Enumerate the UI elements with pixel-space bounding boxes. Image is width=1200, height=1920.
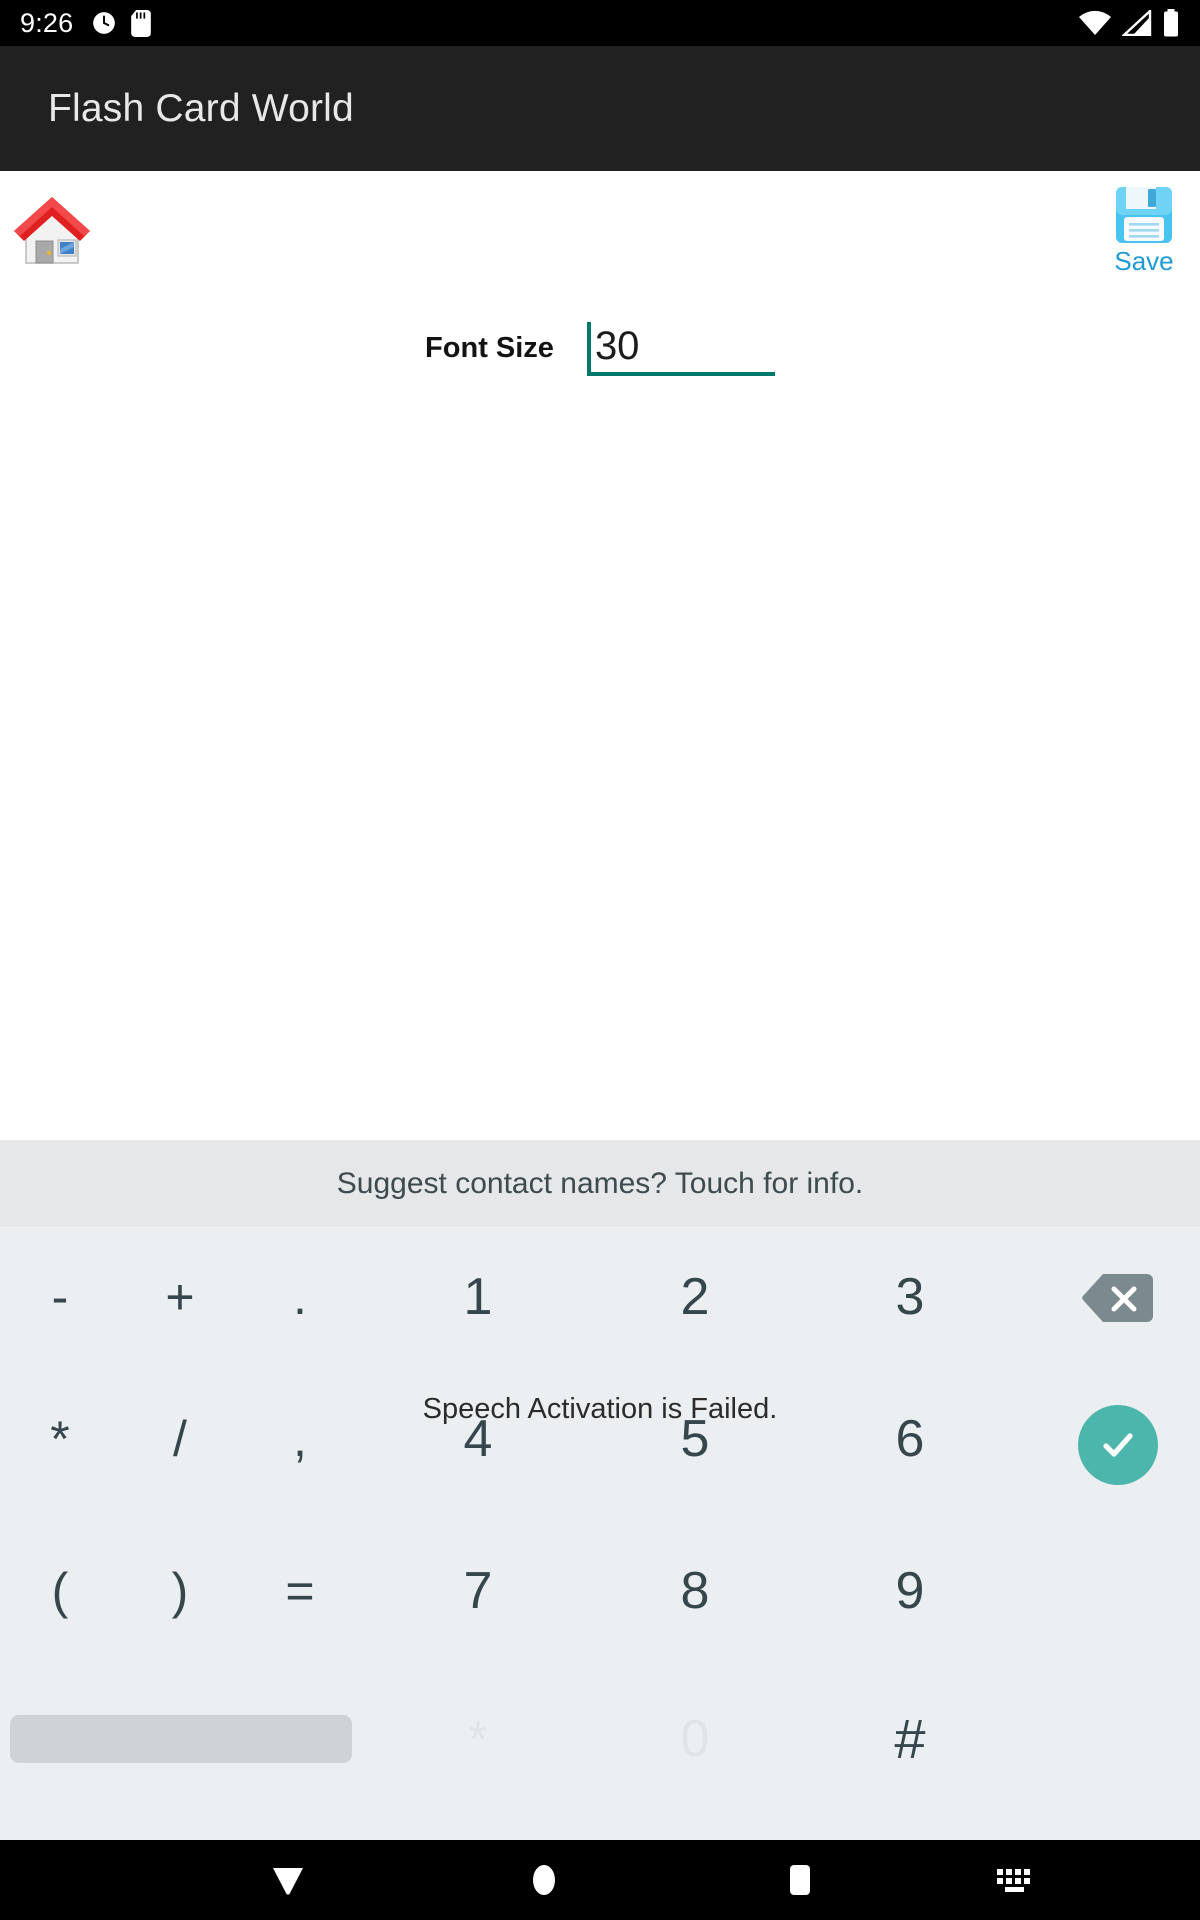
font-size-label: Font Size (425, 332, 554, 364)
key-1[interactable]: 1 (418, 1227, 538, 1367)
font-size-input-value: 30 (594, 324, 640, 368)
floppy-disk-save-icon (1116, 187, 1172, 243)
key-0[interactable]: 0 (635, 1669, 755, 1809)
content-area (0, 390, 1200, 1140)
keyboard-suggestion-text: Suggest contact names? Touch for info. (336, 1166, 864, 1200)
space-key[interactable] (10, 1715, 352, 1763)
cell-signal-icon (1122, 10, 1152, 36)
enter-confirm-key[interactable] (1078, 1405, 1158, 1485)
key-3[interactable]: 3 (850, 1227, 970, 1367)
key-7[interactable]: 7 (418, 1521, 538, 1661)
key-asterisk-2[interactable]: * (418, 1669, 538, 1809)
key-8[interactable]: 8 (635, 1521, 755, 1661)
key-paren-close[interactable]: ) (120, 1521, 240, 1661)
app-bar: Flash Card World (0, 46, 1200, 171)
key-5[interactable]: 5 (635, 1369, 755, 1509)
text-caret (586, 322, 591, 372)
save-button-label: Save (1114, 246, 1174, 276)
sd-card-icon (131, 9, 152, 37)
status-bar-left-icons (91, 9, 152, 37)
nav-home-button[interactable] (489, 1840, 599, 1920)
status-bar: 9:26 (0, 0, 1200, 46)
key-equals[interactable]: = (240, 1521, 360, 1661)
keyboard-suggestion-bar[interactable]: Suggest contact names? Touch for info. (0, 1140, 1200, 1228)
app-title: Flash Card World (48, 86, 354, 130)
key-plus[interactable]: + (120, 1227, 240, 1367)
status-bar-clock: 9:26 (20, 7, 74, 38)
navigation-bar (0, 1840, 1200, 1920)
wifi-icon (1079, 10, 1111, 35)
save-button[interactable]: Save (1102, 183, 1186, 283)
triangle-down-icon (273, 1868, 303, 1895)
backspace-icon (1082, 1274, 1153, 1322)
key-2[interactable]: 2 (635, 1227, 755, 1367)
alarm-icon (93, 12, 116, 34)
check-icon (1103, 1433, 1133, 1457)
action-toolbar: Save (0, 171, 1200, 291)
battery-icon (1164, 9, 1178, 37)
keyboard-icon (997, 1869, 1030, 1892)
key-6[interactable]: 6 (850, 1369, 970, 1509)
key-hash[interactable]: # (850, 1669, 970, 1809)
key-slash[interactable]: / (120, 1369, 240, 1509)
nav-switch-keyboard-button[interactable] (961, 1840, 1071, 1920)
home-icon (14, 197, 90, 264)
home-button[interactable] (10, 187, 94, 271)
key-paren-open[interactable]: ( (0, 1521, 120, 1661)
status-bar-right-icons (1078, 9, 1180, 37)
square-icon (790, 1865, 810, 1895)
nav-recents-button[interactable] (745, 1840, 855, 1920)
android-screen: 9:26 Flash Card World Save Font Size 30 … (0, 0, 1200, 1920)
key-minus[interactable]: - (0, 1227, 120, 1367)
font-size-form-row: Font Size 30 (0, 320, 1200, 390)
key-4[interactable]: 4 (418, 1369, 538, 1509)
key-9[interactable]: 9 (850, 1521, 970, 1661)
key-period[interactable]: . (240, 1227, 360, 1367)
nav-back-hide-keyboard-button[interactable] (233, 1840, 343, 1920)
font-size-input[interactable]: 30 (586, 320, 775, 376)
backspace-key[interactable] (1081, 1271, 1155, 1325)
key-asterisk[interactable]: * (0, 1369, 120, 1509)
circle-icon (533, 1865, 555, 1895)
key-comma[interactable]: , (240, 1369, 360, 1509)
